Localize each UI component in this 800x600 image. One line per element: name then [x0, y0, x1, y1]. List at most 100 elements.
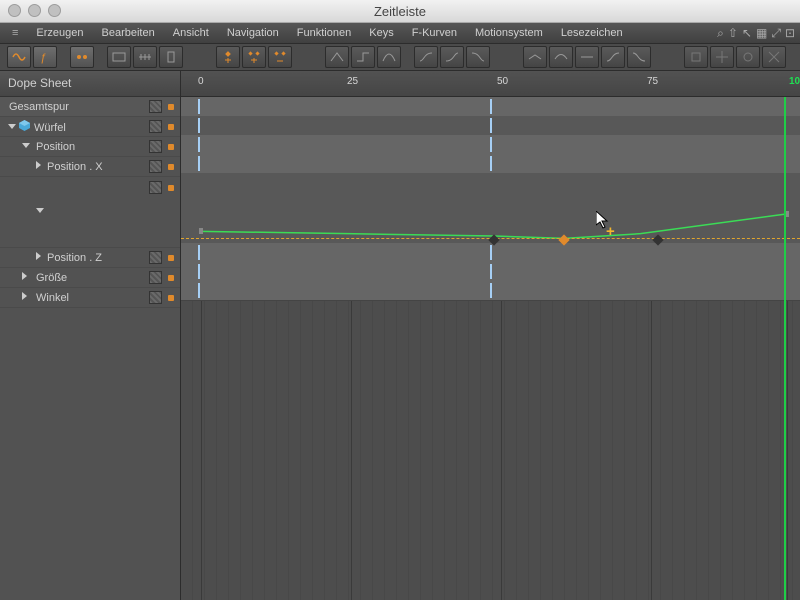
- keyframe[interactable]: [490, 245, 492, 260]
- tangent-weighted-button[interactable]: [601, 46, 625, 68]
- keyframe[interactable]: [198, 99, 200, 114]
- track-row[interactable]: Würfel: [0, 117, 180, 137]
- expand-icon[interactable]: [36, 252, 45, 261]
- mute-toggle[interactable]: [149, 291, 162, 304]
- track-row[interactable]: Winkel: [0, 288, 180, 308]
- expand-icon[interactable]: [22, 292, 31, 301]
- keyframe[interactable]: [198, 283, 200, 298]
- keyframe[interactable]: [198, 245, 200, 260]
- keyframe[interactable]: [490, 99, 492, 114]
- keyframe[interactable]: [490, 137, 492, 152]
- expand-icon[interactable]: ⤢: [770, 26, 782, 41]
- tangent-clamp-button[interactable]: [627, 46, 651, 68]
- solo-toggle[interactable]: [168, 164, 174, 170]
- tracks-area[interactable]: +: [181, 97, 800, 600]
- frame-selected-button[interactable]: [133, 46, 157, 68]
- track-row[interactable]: Position . X: [0, 157, 180, 177]
- expand-icon[interactable]: [36, 161, 45, 170]
- track-tree[interactable]: GesamtspurWürfelPositionPosition . XPosi…: [0, 97, 180, 600]
- snap-1-button[interactable]: [684, 46, 708, 68]
- window-controls[interactable]: [8, 4, 61, 17]
- track-row[interactable]: Gesamtspur: [0, 97, 180, 117]
- keyframe[interactable]: [490, 156, 492, 171]
- ease-tool-1-button[interactable]: [414, 46, 438, 68]
- grid-icon[interactable]: ▦: [755, 26, 768, 41]
- mute-toggle[interactable]: [149, 100, 162, 113]
- track-lane[interactable]: [181, 243, 800, 263]
- mute-toggle[interactable]: [149, 160, 162, 173]
- snap-4-button[interactable]: [762, 46, 786, 68]
- track-lane[interactable]: [181, 154, 800, 174]
- more-icon[interactable]: ⊡: [784, 26, 796, 41]
- frame-range-button[interactable]: [159, 46, 183, 68]
- menu-motionsystem[interactable]: Motionsystem: [467, 25, 551, 41]
- keyframe[interactable]: [490, 118, 492, 133]
- track-controls[interactable]: [149, 160, 174, 173]
- mute-toggle[interactable]: [149, 251, 162, 264]
- motion-mode-button[interactable]: [70, 46, 94, 68]
- track-controls[interactable]: [149, 271, 174, 284]
- solo-toggle[interactable]: [168, 295, 174, 301]
- track-controls[interactable]: [149, 251, 174, 264]
- spline-tangent-button[interactable]: [377, 46, 401, 68]
- playhead[interactable]: [784, 97, 786, 600]
- minimize-icon[interactable]: [28, 4, 41, 17]
- close-icon[interactable]: [8, 4, 21, 17]
- fcurve-mode-button[interactable]: ƒ: [33, 46, 57, 68]
- menu-ansicht[interactable]: Ansicht: [165, 25, 217, 41]
- track-lane[interactable]: [181, 281, 800, 301]
- keyframe[interactable]: [490, 283, 492, 298]
- tangent-flat-button[interactable]: [575, 46, 599, 68]
- keyframe[interactable]: [198, 137, 200, 152]
- track-row[interactable]: Größe: [0, 268, 180, 288]
- track-controls[interactable]: [149, 181, 174, 194]
- time-ruler[interactable]: 0255075100: [181, 71, 800, 97]
- collapse-icon[interactable]: [36, 206, 45, 215]
- mute-toggle[interactable]: [149, 140, 162, 153]
- solo-toggle[interactable]: [168, 104, 174, 110]
- key-add-button[interactable]: [216, 46, 240, 68]
- key-add-multi-button[interactable]: [242, 46, 266, 68]
- tangent-break-button[interactable]: [523, 46, 547, 68]
- snap-2-button[interactable]: [710, 46, 734, 68]
- track-controls[interactable]: [149, 120, 174, 133]
- track-controls[interactable]: [149, 100, 174, 113]
- menu-keys[interactable]: Keys: [361, 25, 401, 41]
- keyframe[interactable]: [490, 264, 492, 279]
- keyframe[interactable]: [198, 118, 200, 133]
- solo-toggle[interactable]: [168, 144, 174, 150]
- mute-toggle[interactable]: [149, 271, 162, 284]
- zoom-icon[interactable]: [48, 4, 61, 17]
- step-tangent-button[interactable]: [351, 46, 375, 68]
- menu-icon[interactable]: ≡: [4, 25, 26, 41]
- track-row[interactable]: Position . Z: [0, 248, 180, 268]
- keyframe[interactable]: [198, 156, 200, 171]
- ease-tool-2-button[interactable]: [440, 46, 464, 68]
- tangent-auto-button[interactable]: [549, 46, 573, 68]
- timeline-panel[interactable]: 0255075100 +: [181, 71, 800, 600]
- mute-toggle[interactable]: [149, 120, 162, 133]
- menu-lesezeichen[interactable]: Lesezeichen: [553, 25, 631, 41]
- solo-toggle[interactable]: [168, 185, 174, 191]
- track-controls[interactable]: [149, 140, 174, 153]
- snap-3-button[interactable]: [736, 46, 760, 68]
- track-lane[interactable]: [181, 116, 800, 136]
- menu-erzeugen[interactable]: Erzeugen: [28, 25, 91, 41]
- solo-toggle[interactable]: [168, 124, 174, 130]
- search-icon[interactable]: ⌕: [716, 26, 725, 41]
- track-lane[interactable]: [181, 262, 800, 282]
- solo-toggle[interactable]: [168, 275, 174, 281]
- collapse-icon[interactable]: [22, 141, 31, 150]
- track-controls[interactable]: [149, 291, 174, 304]
- keyframe[interactable]: [198, 264, 200, 279]
- frame-all-button[interactable]: [107, 46, 131, 68]
- pointer-icon[interactable]: ↖: [741, 26, 753, 41]
- linear-tangent-button[interactable]: [325, 46, 349, 68]
- menu-bearbeiten[interactable]: Bearbeiten: [94, 25, 163, 41]
- track-row[interactable]: Position: [0, 137, 180, 157]
- nav-up-icon[interactable]: ⇧: [727, 26, 739, 41]
- key-remove-button[interactable]: [268, 46, 292, 68]
- track-row[interactable]: Position . Y: [0, 177, 180, 248]
- ease-tool-3-button[interactable]: [466, 46, 490, 68]
- fcurve[interactable]: [181, 173, 800, 243]
